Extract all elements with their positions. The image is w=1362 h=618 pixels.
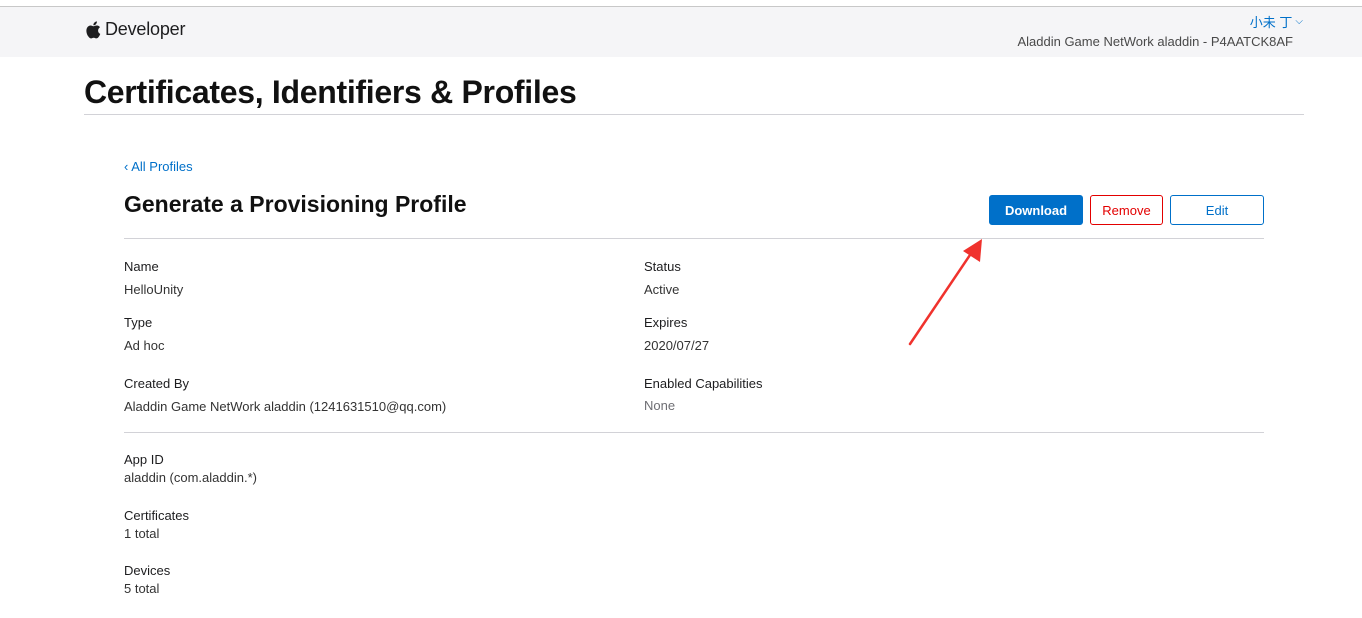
title-divider <box>84 114 1304 115</box>
team-name: Aladdin Game NetWork aladdin - P4AATCK8A… <box>1017 34 1293 49</box>
section-title: Generate a Provisioning Profile <box>124 191 467 217</box>
capabilities-label: Enabled Capabilities <box>644 376 763 391</box>
type-label: Type <box>124 315 153 330</box>
apple-logo-icon <box>84 20 101 40</box>
name-label: Name <box>124 259 159 274</box>
edit-button[interactable]: Edit <box>1170 195 1264 225</box>
certificates-label: Certificates <box>124 508 190 523</box>
capabilities-value: None <box>644 398 676 413</box>
expires-value: 2020/07/27 <box>644 338 710 353</box>
status-value: Active <box>644 282 680 297</box>
global-header: Developer 小未 丁 ⌵ Aladdin Game NetWork al… <box>0 7 1362 57</box>
app-id-label: App ID <box>124 452 164 467</box>
developer-brand[interactable]: Developer <box>84 19 185 40</box>
type-value: Ad hoc <box>124 338 165 353</box>
remove-button[interactable]: Remove <box>1090 195 1163 225</box>
section-divider <box>124 238 1264 239</box>
all-profiles-link[interactable]: ‹ All Profiles <box>124 159 193 174</box>
devices-value: 5 total <box>124 581 160 596</box>
chevron-down-icon: ⌵ <box>1295 16 1303 27</box>
expires-label: Expires <box>644 315 688 330</box>
created-by-label: Created By <box>124 376 190 391</box>
details-divider <box>124 432 1264 433</box>
user-name: 小未 丁 <box>1249 15 1293 30</box>
brand-label: Developer <box>105 19 186 39</box>
status-label: Status <box>644 259 681 274</box>
name-value: HelloUnity <box>124 282 184 297</box>
page-title: Certificates, Identifiers & Profiles <box>84 74 577 110</box>
devices-label: Devices <box>124 563 171 578</box>
certificates-value: 1 total <box>124 526 160 541</box>
user-menu[interactable]: 小未 丁 ⌵ <box>1250 12 1303 31</box>
created-by-value: Aladdin Game NetWork aladdin (1241631510… <box>124 399 447 414</box>
download-button[interactable]: Download <box>989 195 1083 225</box>
app-id-value: aladdin (com.aladdin.*) <box>124 470 257 485</box>
